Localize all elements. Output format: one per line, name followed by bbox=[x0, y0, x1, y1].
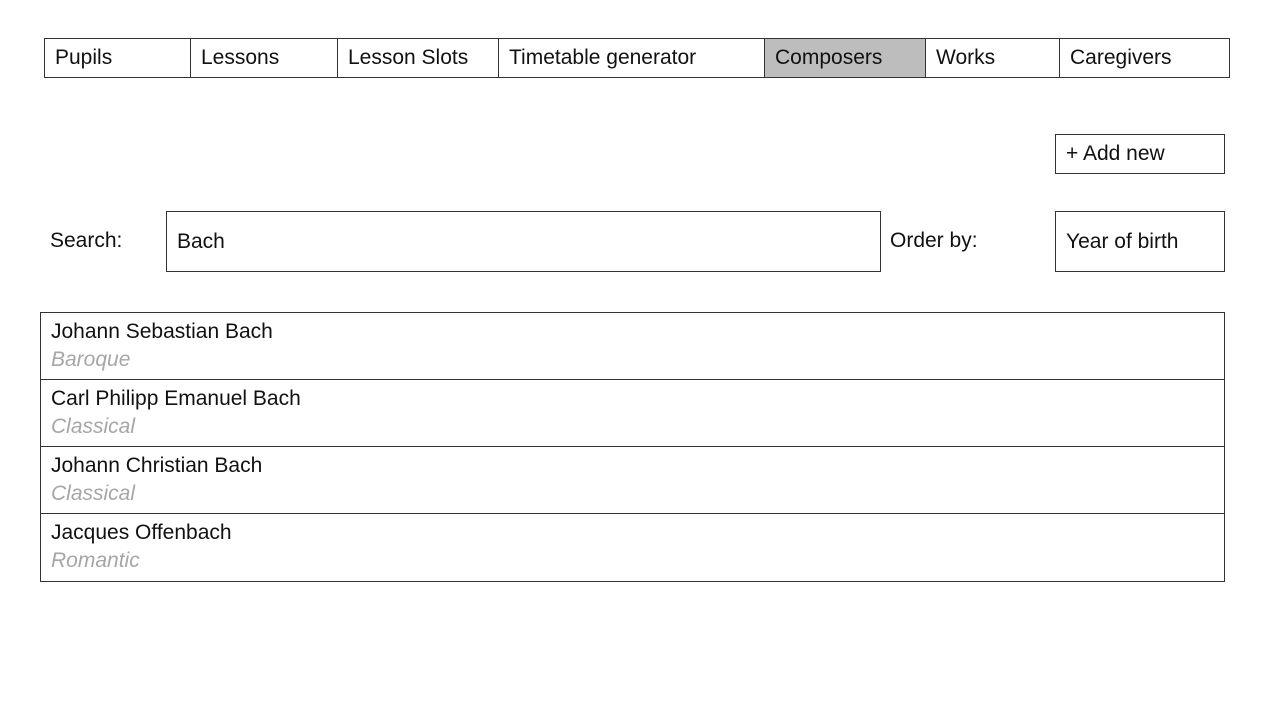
composer-era: Classical bbox=[51, 482, 136, 505]
tab-lesson-slots[interactable]: Lesson Slots bbox=[338, 39, 499, 77]
composer-name: Johann Sebastian Bach bbox=[51, 320, 273, 343]
tab-lessons[interactable]: Lessons bbox=[191, 39, 338, 77]
composer-results-list: Johann Sebastian Bach Baroque Carl Phili… bbox=[40, 312, 1225, 582]
list-item[interactable]: Carl Philipp Emanuel Bach Classical bbox=[41, 380, 1224, 447]
composer-era: Baroque bbox=[51, 348, 131, 371]
tab-timetable-generator[interactable]: Timetable generator bbox=[499, 39, 765, 77]
search-input-value: Bach bbox=[177, 229, 225, 253]
list-item[interactable]: Johann Sebastian Bach Baroque bbox=[41, 313, 1224, 380]
list-item[interactable]: Johann Christian Bach Classical bbox=[41, 447, 1224, 514]
order-by-label: Order by: bbox=[890, 229, 978, 252]
main-nav-tabs: Pupils Lessons Lesson Slots Timetable ge… bbox=[44, 38, 1230, 78]
composer-name: Carl Philipp Emanuel Bach bbox=[51, 387, 301, 410]
composer-era: Classical bbox=[51, 415, 136, 438]
tab-works[interactable]: Works bbox=[926, 39, 1060, 77]
order-by-select[interactable]: Year of birth bbox=[1055, 211, 1225, 272]
composer-name: Johann Christian Bach bbox=[51, 454, 263, 477]
list-item[interactable]: Jacques Offenbach Romantic bbox=[41, 514, 1224, 581]
add-new-button[interactable]: + Add new bbox=[1055, 134, 1225, 174]
composer-era: Romantic bbox=[51, 549, 140, 572]
composer-name: Jacques Offenbach bbox=[51, 521, 232, 544]
search-label: Search: bbox=[50, 229, 123, 252]
search-input[interactable]: Bach bbox=[166, 211, 881, 272]
order-by-selected-value: Year of birth bbox=[1066, 229, 1179, 253]
tab-pupils[interactable]: Pupils bbox=[45, 39, 191, 77]
tab-composers[interactable]: Composers bbox=[765, 39, 926, 77]
tab-caregivers[interactable]: Caregivers bbox=[1060, 39, 1229, 77]
